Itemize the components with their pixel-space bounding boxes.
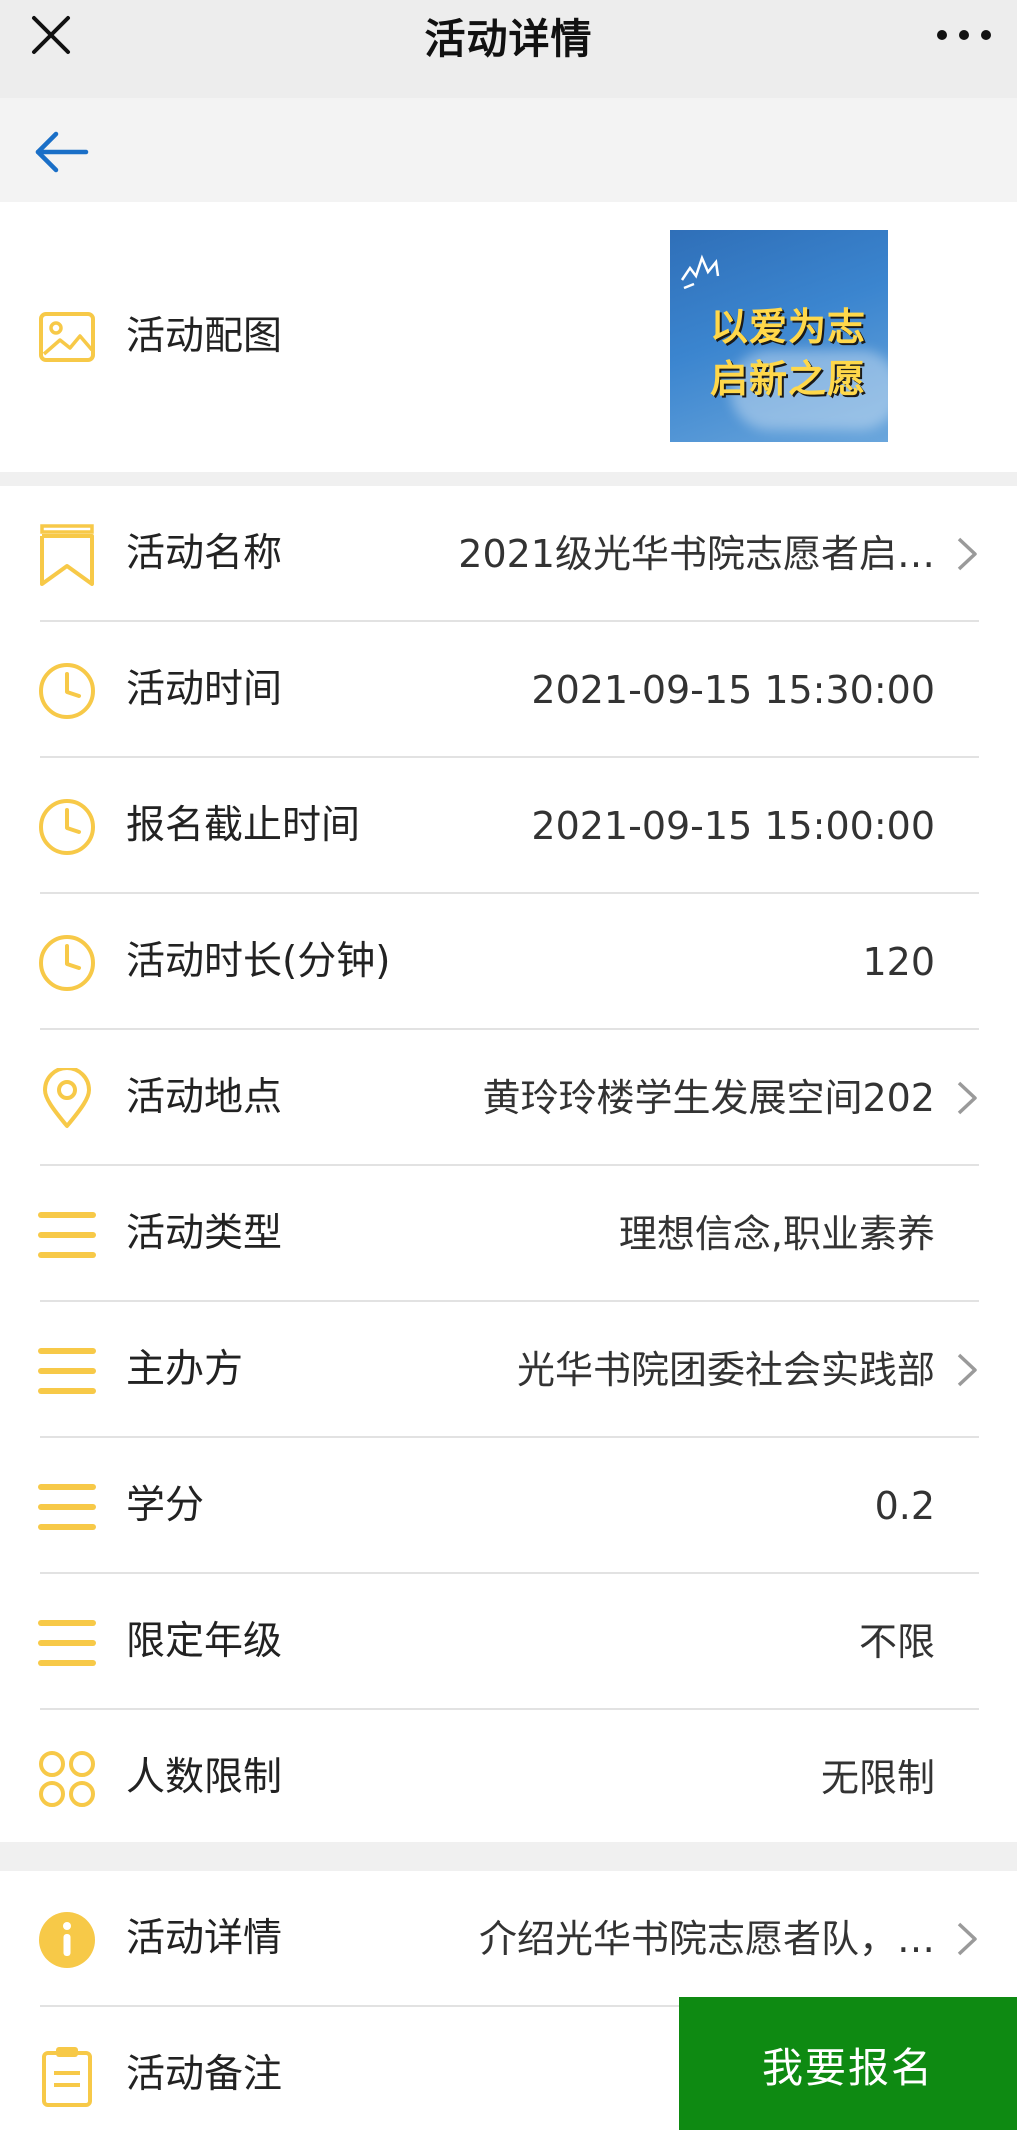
- location-pin-icon: [43, 1068, 91, 1128]
- row-value: 2021-09-15 15:00:00: [531, 804, 935, 848]
- clock-icon: [39, 663, 95, 719]
- row-value: 0.2: [874, 1484, 935, 1528]
- nav-bar: [0, 98, 1017, 202]
- row-value: 120: [862, 940, 935, 984]
- signup-button[interactable]: 我要报名: [679, 1997, 1017, 2130]
- row-activity-detail[interactable]: 活动详情 介绍光华书院志愿者队，…: [0, 1871, 1017, 2007]
- row-value: 无限制: [820, 1756, 935, 1800]
- row-value: 2021级光华书院志愿者启…: [458, 532, 935, 576]
- row-label: 活动配图: [126, 314, 283, 359]
- close-icon[interactable]: [22, 10, 82, 70]
- activity-thumbnail[interactable]: 以爱为志 启新之愿: [670, 230, 888, 442]
- row-label: 活动时间: [126, 667, 283, 712]
- row-activity-location[interactable]: 活动地点 黄玲玲楼学生发展空间202: [0, 1030, 1017, 1166]
- list-icon: [38, 1212, 96, 1258]
- clipboard-icon: [42, 2047, 92, 2107]
- thumbnail-text-line-2: 启新之愿: [710, 357, 867, 401]
- row-organizer[interactable]: 主办方 光华书院团委社会实践部: [0, 1302, 1017, 1438]
- row-label: 活动地点: [126, 1075, 283, 1120]
- row-value: 介绍光华书院志愿者队，…: [478, 1917, 935, 1961]
- row-label: 限定年级: [126, 1619, 283, 1664]
- row-label: 人数限制: [126, 1755, 283, 1800]
- back-arrow-icon[interactable]: [30, 120, 94, 184]
- row-value: 黄玲玲楼学生发展空间202: [482, 1076, 935, 1120]
- row-participant-limit: 人数限制 无限制: [0, 1710, 1017, 1846]
- row-label: 学分: [126, 1483, 205, 1528]
- row-activity-type: 活动类型 理想信念,职业素养: [0, 1166, 1017, 1302]
- more-dots-icon[interactable]: [929, 10, 999, 70]
- chevron-right-icon: [957, 1353, 977, 1387]
- row-label: 活动类型: [126, 1211, 283, 1256]
- image-icon: [39, 312, 95, 362]
- thumbnail-text-line-1: 以爱为志: [710, 305, 867, 349]
- bookmark-icon: [40, 524, 94, 586]
- info-icon: [39, 1912, 95, 1968]
- title-bar: 活动详情: [0, 0, 1017, 98]
- row-value: 不限: [858, 1620, 935, 1664]
- row-value: 光华书院团委社会实践部: [516, 1348, 935, 1392]
- row-label: 活动备注: [126, 2052, 283, 2097]
- list-icon: [38, 1484, 96, 1530]
- row-label: 活动详情: [126, 1916, 283, 1961]
- row-value: 2021-09-15 15:30:00: [531, 668, 935, 712]
- activity-image-section: 活动配图 以爱为志 启新之愿: [0, 202, 1017, 472]
- chevron-right-icon: [957, 1922, 977, 1956]
- row-activity-name[interactable]: 活动名称 2021级光华书院志愿者启…: [0, 486, 1017, 622]
- row-activity-time: 活动时间 2021-09-15 15:30:00: [0, 622, 1017, 758]
- row-label: 报名截止时间: [126, 803, 361, 848]
- clock-icon: [39, 935, 95, 991]
- chevron-right-icon: [957, 1081, 977, 1115]
- activity-image-row[interactable]: 活动配图 以爱为志 启新之愿: [0, 202, 1017, 472]
- row-label: 活动时长(分钟): [126, 939, 391, 984]
- chevron-right-icon: [957, 537, 977, 571]
- row-grade-limit: 限定年级 不限: [0, 1574, 1017, 1710]
- activity-detail-page: 活动详情 活动配图 以爱为志 启新之愿 活动名称 2021级光华书院志愿者启… …: [0, 0, 1017, 2130]
- row-signup-deadline: 报名截止时间 2021-09-15 15:00:00: [0, 758, 1017, 894]
- row-value: 理想信念,职业素养: [618, 1212, 935, 1256]
- activity-info-section: 活动名称 2021级光华书院志愿者启… 活动时间 2021-09-15 15:3…: [0, 486, 1017, 1842]
- clock-icon: [39, 799, 95, 855]
- row-activity-duration: 活动时长(分钟) 120: [0, 894, 1017, 1030]
- grid-icon: [39, 1751, 95, 1807]
- list-icon: [38, 1348, 96, 1394]
- row-credits: 学分 0.2: [0, 1438, 1017, 1574]
- page-title: 活动详情: [424, 15, 593, 63]
- row-label: 主办方: [126, 1347, 244, 1392]
- list-icon: [38, 1620, 96, 1666]
- sparkle-icon: [680, 254, 720, 290]
- row-label: 活动名称: [126, 531, 283, 576]
